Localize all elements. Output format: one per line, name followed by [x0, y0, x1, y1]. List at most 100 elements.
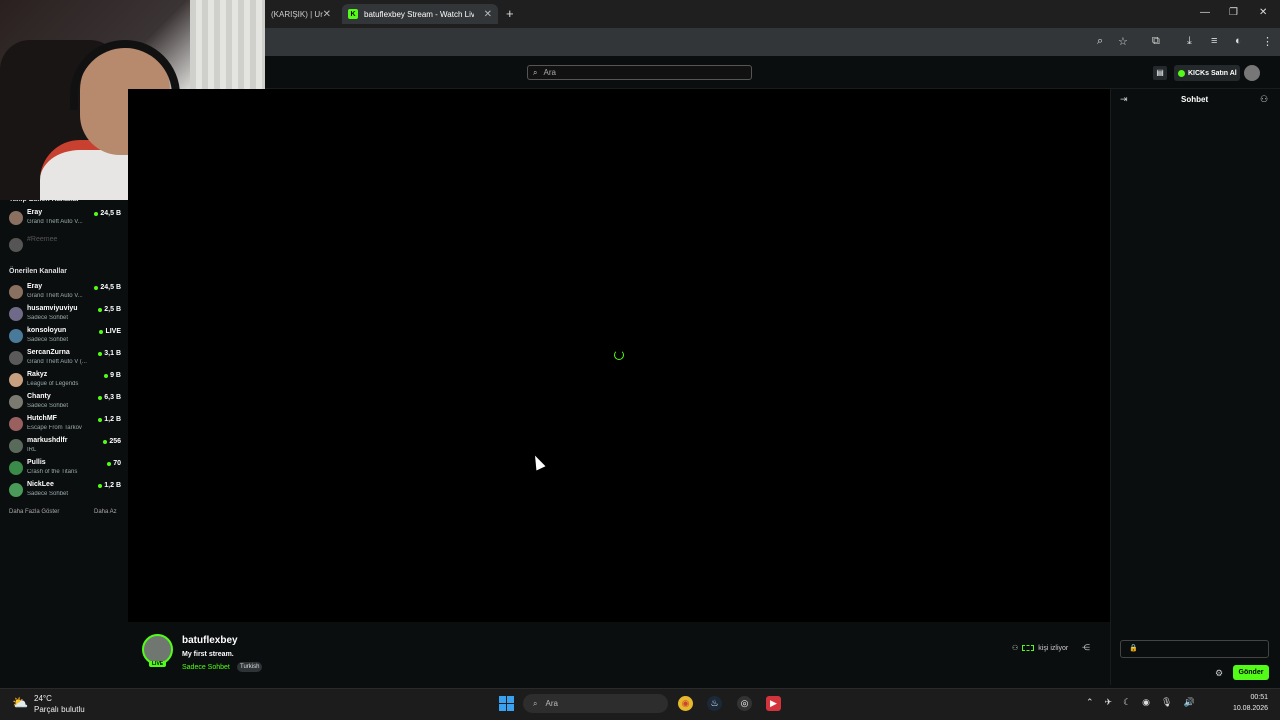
channel-name: HutchMF — [27, 415, 57, 422]
channel-game: League of Legends — [27, 381, 79, 387]
tab-title: batuflexbey Stream - Watch Live — [364, 9, 474, 19]
sidebar-channel[interactable]: NickLee Sadece Sohbet 1,2 B — [9, 481, 121, 503]
sidebar-channel[interactable]: Rakyz League of Legends 9 B — [9, 371, 121, 393]
chat-settings-gear-icon[interactable]: ⚙ — [1215, 668, 1223, 679]
channel-viewers: 9 B — [104, 372, 121, 379]
kicks-button-label: KICKs Satın Al — [1188, 69, 1237, 77]
tray-app-icon[interactable]: ✈ — [1105, 697, 1113, 708]
viewer-count: 6,3 B — [104, 394, 121, 401]
channel-avatar — [9, 483, 23, 497]
channel-name: Chanty — [27, 393, 51, 400]
media-control-icon[interactable]: ≡ — [1211, 35, 1217, 47]
download-icon[interactable]: ⤓ — [1187, 35, 1192, 48]
sidebar-channel[interactable]: Eray Grand Theft Auto V... 24,5 B — [9, 209, 121, 231]
sidebar-channel[interactable]: #Reemee — [9, 236, 121, 258]
live-dot-icon — [107, 461, 112, 466]
channel-viewers: 70 — [107, 460, 121, 467]
sidebar-channel[interactable]: Chanty Sadece Sohbet 6,3 B — [9, 393, 121, 415]
chat-input[interactable]: 🔒 — [1120, 640, 1269, 658]
sidebar-channel[interactable]: husamviyuviyu Sadece Sohbet 2,5 B — [9, 305, 121, 327]
stream-category[interactable]: Sadece Sohbet — [182, 664, 230, 671]
weather-temp[interactable]: 24°C — [34, 694, 52, 703]
channel-viewers: LIVE — [99, 328, 121, 335]
zoom-icon[interactable]: ⌕ — [1097, 35, 1103, 48]
start-button[interactable] — [499, 696, 514, 711]
show-less-link[interactable]: Daha Az — [94, 509, 117, 515]
send-button[interactable]: Gönder — [1233, 665, 1269, 680]
share-icon[interactable]: ⋲ — [1082, 643, 1090, 652]
sidebar-channel[interactable]: HutchMF Escape From Tarkov 1,2 B — [9, 415, 121, 437]
streamer-name[interactable]: batuflexbey — [182, 635, 238, 646]
channel-viewers: 6,3 B — [98, 394, 121, 401]
sidebar-channel[interactable]: Pullis Crash of the Titans 70 — [9, 459, 121, 481]
chrome-icon[interactable]: ◉ — [678, 696, 693, 711]
viewer-count-display: ⚇ kişi izliyor — [1012, 644, 1069, 653]
search-input[interactable]: ⌕ Ara — [527, 65, 752, 80]
clock-time[interactable]: 00:51 — [1238, 694, 1268, 701]
viewers-placeholder — [1022, 645, 1035, 651]
close-window-button[interactable]: ✕ — [1259, 7, 1267, 18]
minimize-button[interactable]: — — [1200, 7, 1210, 18]
channel-avatar — [9, 211, 23, 225]
channel-name: Rakyz — [27, 371, 48, 378]
channel-game: Grand Theft Auto V... — [27, 219, 83, 225]
taskbar-search[interactable]: ⌕ Ara — [523, 694, 668, 713]
channel-name: Eray — [27, 209, 43, 216]
restore-button[interactable]: ❐ — [1229, 7, 1238, 18]
channel-name: husamviyuviyu — [27, 305, 78, 312]
close-tab-icon[interactable]: ✕ — [484, 9, 492, 20]
channel-name: #Reemee — [27, 236, 58, 243]
viewer-count: 70 — [113, 460, 121, 467]
bookmark-star-icon[interactable]: ☆ — [1118, 35, 1128, 48]
sidebar-channel[interactable]: SercanZurna Grand Theft Auto V (... 3,1 B — [9, 349, 121, 371]
layout-icon[interactable]: ▤ — [1153, 66, 1167, 80]
live-dot-icon — [98, 351, 103, 356]
channel-avatar — [9, 329, 23, 343]
weather-desc[interactable]: Parçalı bulutlu — [34, 705, 85, 714]
channel-viewers: 24,5 B — [94, 210, 121, 217]
channel-avatar — [9, 417, 23, 431]
chat-users-icon[interactable]: ⚇ — [1260, 94, 1268, 105]
tray-app-icon[interactable]: ☾ — [1123, 697, 1131, 708]
tray-chevron-icon[interactable]: ⌃ — [1086, 697, 1094, 708]
show-more-link[interactable]: Daha Fazla Göster — [9, 509, 59, 515]
user-avatar[interactable] — [1244, 65, 1260, 81]
channel-game: Sadece Sohbet — [27, 491, 69, 497]
volume-icon[interactable]: 🔊 — [1183, 697, 1194, 708]
channel-viewers: 1,2 B — [98, 416, 121, 423]
stream-tag[interactable]: Turkish — [237, 662, 263, 672]
weather-cloud-icon[interactable]: ⛅ — [12, 695, 28, 711]
chat-panel — [1110, 89, 1280, 685]
channel-name: Eray — [27, 283, 43, 290]
steam-icon[interactable]: ♨ — [707, 696, 722, 711]
channel-viewers: 1,2 B — [98, 482, 121, 489]
live-badge: LIVE — [149, 661, 167, 667]
channel-game: Crash of the Titans — [27, 469, 78, 475]
channel-avatar — [9, 307, 23, 321]
app-icon[interactable]: ▶ — [766, 696, 781, 711]
sidebar-channel[interactable]: markushdlfr IRL 256 — [9, 437, 121, 459]
live-dot-icon — [104, 373, 109, 378]
sidebar-channel[interactable]: konsoloyun Sadece Sohbet LIVE — [9, 327, 121, 349]
clock-date[interactable]: 10.08.2026 — [1228, 705, 1268, 712]
extensions-icon[interactable]: ⧉ — [1152, 35, 1160, 48]
viewer-count: 1,2 B — [104, 416, 121, 423]
obs-icon[interactable]: ◎ — [737, 696, 752, 711]
close-tab-icon[interactable]: ✕ — [323, 9, 331, 20]
new-tab-button[interactable]: + — [506, 6, 514, 21]
viewers-label: kişi izliyor — [1038, 644, 1069, 652]
recommended-title: Önerilen Kanallar — [9, 268, 67, 275]
tray-chrome-icon[interactable]: ◉ — [1142, 697, 1150, 708]
collapse-chat-icon[interactable]: ⇥ — [1120, 94, 1128, 105]
stream-title: My first stream. — [182, 651, 234, 658]
profile-icon[interactable]: ◐ — [1235, 35, 1242, 47]
channel-viewers: 3,1 B — [98, 350, 121, 357]
tab-inactive[interactable]: (KARIŞIK) | Ur ✕ — [265, 4, 337, 24]
browser-menu-icon[interactable]: ⋮ — [1262, 35, 1273, 48]
microphone-icon[interactable]: 🎙 — [1161, 697, 1172, 708]
live-dot-icon — [99, 329, 104, 334]
tab-active[interactable]: K batuflexbey Stream - Watch Live ✕ — [342, 4, 498, 24]
channel-viewers: 2,5 B — [98, 306, 121, 313]
kicks-button[interactable]: KICKs Satın Al — [1174, 65, 1240, 81]
sidebar-channel[interactable]: Eray Grand Theft Auto V... 24,5 B — [9, 283, 121, 305]
